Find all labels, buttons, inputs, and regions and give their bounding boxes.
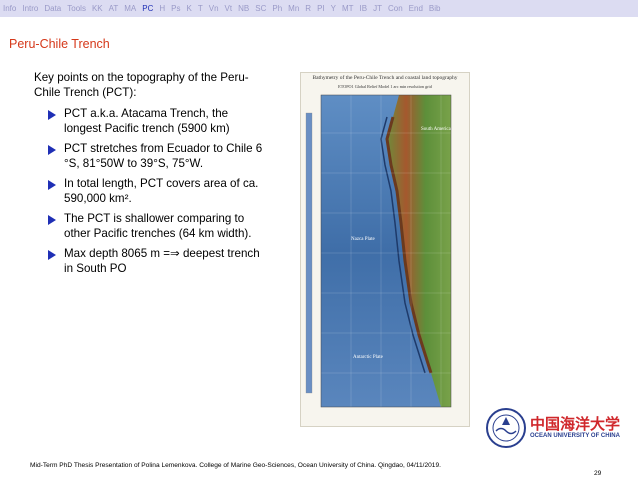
nav-item-vn[interactable]: Vn [206, 4, 222, 13]
nav-item-mt[interactable]: MT [339, 4, 357, 13]
nav-item-bib[interactable]: Bib [426, 4, 444, 13]
nav-item-end[interactable]: End [406, 4, 426, 13]
bullet-text: Max depth 8065 m =⇒ deepest trench in So… [64, 247, 260, 275]
nav-item-jt[interactable]: JT [370, 4, 385, 13]
bullet-triangle-icon [48, 110, 56, 120]
nav-item-mn[interactable]: Mn [285, 4, 302, 13]
nav-item-ph[interactable]: Ph [269, 4, 285, 13]
bullet-item: PCT stretches from Ecuador to Chile 6 °S… [34, 141, 264, 171]
map-title: Bathymetry of the Peru-Chile Trench and … [312, 75, 458, 81]
bullet-text: In total length, PCT covers area of ca. … [64, 177, 259, 205]
nav-item-con[interactable]: Con [385, 4, 406, 13]
nav-item-h[interactable]: H [156, 4, 168, 13]
nav-item-sc[interactable]: SC [252, 4, 269, 13]
bullet-triangle-icon [48, 145, 56, 155]
nav-item-pc[interactable]: PC [139, 4, 156, 13]
map-label-antarctic-plate: Antarctic Plate [353, 355, 383, 360]
nav-item-tools[interactable]: Tools [64, 4, 89, 13]
bullet-item: Max depth 8065 m =⇒ deepest trench in So… [34, 246, 264, 276]
nav-item-info[interactable]: Info [0, 4, 19, 13]
nav-item-ps[interactable]: Ps [168, 4, 183, 13]
frame-title: Peru-Chile Trench [9, 37, 110, 51]
bullet-item: PCT a.k.a. Atacama Trench, the longest P… [34, 106, 264, 136]
nav-item-t[interactable]: T [195, 4, 206, 13]
nav-item-intro[interactable]: Intro [19, 4, 41, 13]
nav-item-ib[interactable]: IB [357, 4, 371, 13]
map-label-nazca-plate: Nazca Plate [351, 237, 375, 242]
nav-item-kk[interactable]: KK [89, 4, 106, 13]
intro-text: Key points on the topography of the Peru… [34, 71, 249, 99]
university-emblem-icon [486, 408, 526, 448]
nav-item-k[interactable]: K [184, 4, 195, 13]
bullet-text: PCT a.k.a. Atacama Trench, the longest P… [64, 107, 230, 135]
map-subtitle: ETOPO1 Global Relief Model 1 arc min res… [338, 84, 432, 89]
slide-content: Key points on the topography of the Peru… [34, 70, 264, 281]
bullet-triangle-icon [48, 250, 56, 260]
bullet-item: In total length, PCT covers area of ca. … [34, 176, 264, 206]
nav-item-y[interactable]: Y [328, 4, 339, 13]
nav-item-data[interactable]: Data [41, 4, 64, 13]
bathymetry-map: Bathymetry of the Peru-Chile Trench and … [300, 72, 470, 427]
map-label-south-america: South America [421, 127, 451, 132]
nav-item-at[interactable]: AT [106, 4, 122, 13]
university-name-cn: 中国海洋大学 [530, 415, 621, 433]
university-name-en: OCEAN UNIVERSITY OF CHINA [530, 433, 620, 439]
bullet-list: PCT a.k.a. Atacama Trench, the longest P… [34, 106, 264, 276]
nav-item-vt[interactable]: Vt [222, 4, 236, 13]
bullet-text: The PCT is shallower comparing to other … [64, 212, 252, 240]
bullet-triangle-icon [48, 215, 56, 225]
footer-text: Mid-Term PhD Thesis Presentation of Poli… [30, 462, 441, 469]
nav-item-pi[interactable]: PI [314, 4, 328, 13]
section-nav: Info Intro Data Tools KK AT MA PC H Ps K T Vn Vt NB SC P… [0, 0, 638, 17]
bullet-triangle-icon [48, 180, 56, 190]
page-number: 29 [594, 470, 602, 477]
bullet-item: The PCT is shallower comparing to other … [34, 211, 264, 241]
nav-item-r[interactable]: R [302, 4, 314, 13]
nav-item-nb[interactable]: NB [235, 4, 252, 13]
nav-item-ma[interactable]: MA [121, 4, 139, 13]
bullet-text: PCT stretches from Ecuador to Chile 6 °S… [64, 142, 263, 170]
